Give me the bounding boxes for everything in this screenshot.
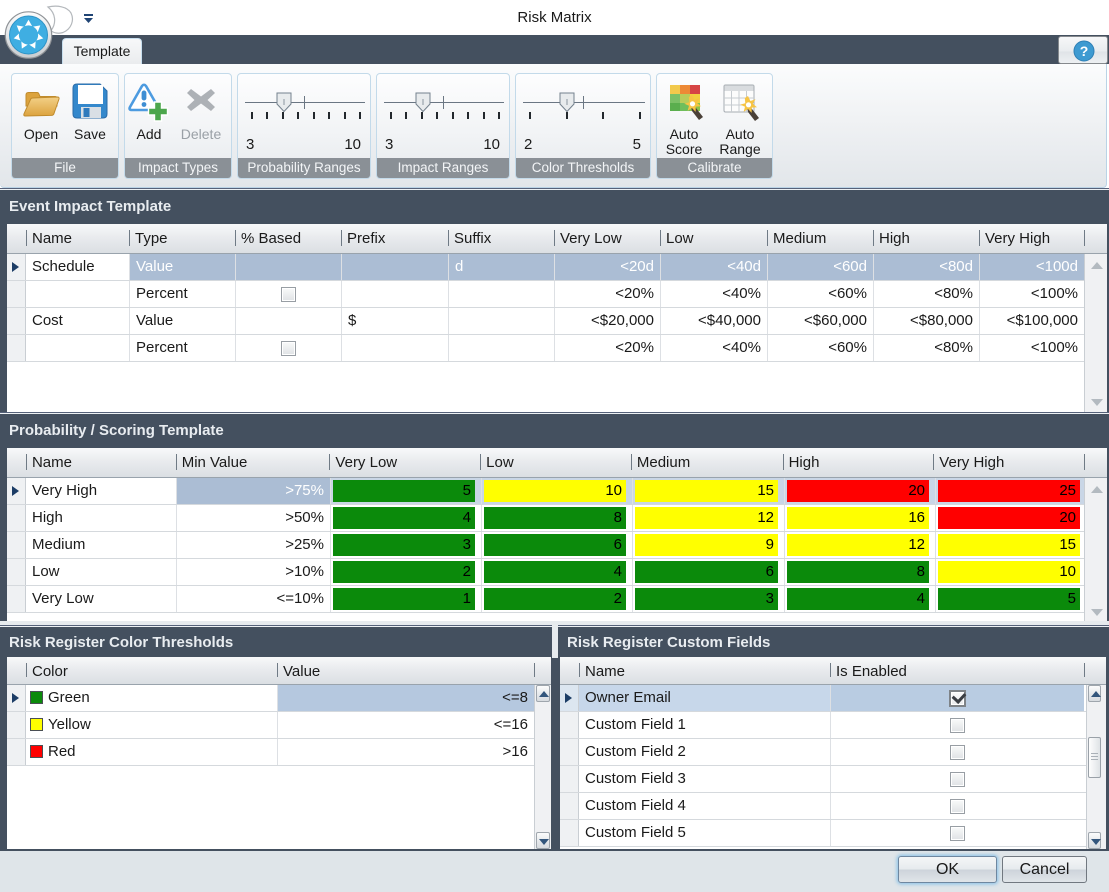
svg-text:?: ? xyxy=(1080,43,1089,59)
